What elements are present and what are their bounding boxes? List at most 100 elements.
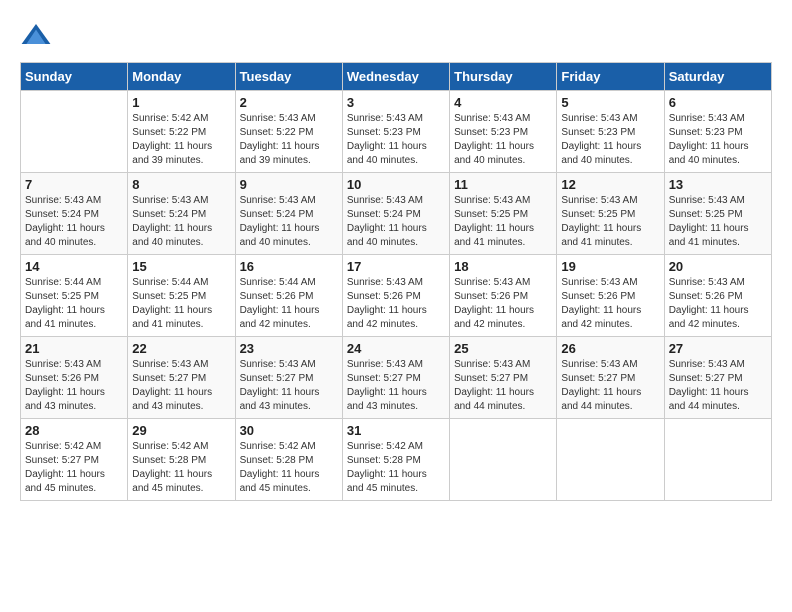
day-info: Sunrise: 5:43 AMSunset: 5:26 PMDaylight:… — [561, 276, 659, 332]
calendar-table: SundayMondayTuesdayWednesdayThursdayFrid… — [20, 62, 772, 501]
page-header — [20, 20, 772, 52]
day-info: Sunrise: 5:44 AMSunset: 5:25 PMDaylight:… — [132, 276, 230, 332]
day-info: Sunrise: 5:43 AMSunset: 5:26 PMDaylight:… — [347, 276, 445, 332]
day-info: Sunrise: 5:43 AMSunset: 5:26 PMDaylight:… — [25, 358, 123, 414]
day-number: 10 — [347, 177, 445, 192]
day-number: 16 — [240, 259, 338, 274]
calendar-cell: 4Sunrise: 5:43 AMSunset: 5:23 PMDaylight… — [450, 91, 557, 173]
column-header-friday: Friday — [557, 63, 664, 91]
day-info: Sunrise: 5:43 AMSunset: 5:25 PMDaylight:… — [561, 194, 659, 250]
calendar-week-3: 14Sunrise: 5:44 AMSunset: 5:25 PMDayligh… — [21, 255, 772, 337]
calendar-cell — [557, 419, 664, 501]
column-header-monday: Monday — [128, 63, 235, 91]
day-number: 17 — [347, 259, 445, 274]
calendar-header-row: SundayMondayTuesdayWednesdayThursdayFrid… — [21, 63, 772, 91]
day-number: 12 — [561, 177, 659, 192]
day-info: Sunrise: 5:42 AMSunset: 5:28 PMDaylight:… — [132, 440, 230, 496]
calendar-cell: 18 Sunrise: 5:43 AMSunset: 5:26 PMDayligh… — [450, 255, 557, 337]
column-header-tuesday: Tuesday — [235, 63, 342, 91]
calendar-cell: 9Sunrise: 5:43 AMSunset: 5:24 PMDaylight… — [235, 173, 342, 255]
day-info: Sunrise: 5:42 AMSunset: 5:27 PMDaylight:… — [25, 440, 123, 496]
day-info: Sunrise: 5:43 AMSunset: 5:23 PMDaylight:… — [454, 112, 552, 168]
calendar-cell: 15 Sunrise: 5:44 AMSunset: 5:25 PMDayligh… — [128, 255, 235, 337]
day-number: 30 — [240, 423, 338, 438]
calendar-week-2: 7 Sunrise: 5:43 AMSunset: 5:24 PMDaylight… — [21, 173, 772, 255]
day-number: 7 — [25, 177, 123, 192]
day-info: Sunrise: 5:43 AMSunset: 5:22 PMDaylight:… — [240, 112, 338, 168]
day-number: 29 — [132, 423, 230, 438]
logo-icon — [20, 20, 52, 52]
day-number: 26 — [561, 341, 659, 356]
day-info: Sunrise: 5:42 AMSunset: 5:22 PMDaylight:… — [132, 112, 230, 168]
day-info: Sunrise: 5:43 AMSunset: 5:27 PMDaylight:… — [669, 358, 767, 414]
calendar-cell: 25 Sunrise: 5:43 AMSunset: 5:27 PMDayligh… — [450, 337, 557, 419]
day-number: 13 — [669, 177, 767, 192]
calendar-cell: 7 Sunrise: 5:43 AMSunset: 5:24 PMDaylight… — [21, 173, 128, 255]
day-number: 18 — [454, 259, 552, 274]
calendar-cell: 10 Sunrise: 5:43 AMSunset: 5:24 PMDayligh… — [342, 173, 449, 255]
calendar-cell: 31 Sunrise: 5:42 AMSunset: 5:28 PMDayligh… — [342, 419, 449, 501]
day-number: 1 — [132, 95, 230, 110]
calendar-cell: 12 Sunrise: 5:43 AMSunset: 5:25 PMDayligh… — [557, 173, 664, 255]
day-number: 2 — [240, 95, 338, 110]
day-number: 8 — [132, 177, 230, 192]
day-info: Sunrise: 5:43 AMSunset: 5:24 PMDaylight:… — [25, 194, 123, 250]
calendar-cell: 24 Sunrise: 5:43 AMSunset: 5:27 PMDayligh… — [342, 337, 449, 419]
column-header-saturday: Saturday — [664, 63, 771, 91]
day-number: 15 — [132, 259, 230, 274]
day-info: Sunrise: 5:42 AMSunset: 5:28 PMDaylight:… — [347, 440, 445, 496]
calendar-cell — [664, 419, 771, 501]
day-number: 31 — [347, 423, 445, 438]
day-number: 20 — [669, 259, 767, 274]
calendar-cell: 20 Sunrise: 5:43 AMSunset: 5:26 PMDayligh… — [664, 255, 771, 337]
day-info: Sunrise: 5:42 AMSunset: 5:28 PMDaylight:… — [240, 440, 338, 496]
day-info: Sunrise: 5:43 AMSunset: 5:24 PMDaylight:… — [347, 194, 445, 250]
calendar-cell: 16Sunrise: 5:44 AMSunset: 5:26 PMDayligh… — [235, 255, 342, 337]
day-number: 3 — [347, 95, 445, 110]
calendar-cell: 17 Sunrise: 5:43 AMSunset: 5:26 PMDayligh… — [342, 255, 449, 337]
day-info: Sunrise: 5:43 AMSunset: 5:25 PMDaylight:… — [669, 194, 767, 250]
day-number: 5 — [561, 95, 659, 110]
day-info: Sunrise: 5:43 AMSunset: 5:27 PMDaylight:… — [347, 358, 445, 414]
calendar-cell: 6Sunrise: 5:43 AMSunset: 5:23 PMDaylight… — [664, 91, 771, 173]
day-number: 23 — [240, 341, 338, 356]
day-info: Sunrise: 5:43 AMSunset: 5:24 PMDaylight:… — [132, 194, 230, 250]
calendar-cell: 19 Sunrise: 5:43 AMSunset: 5:26 PMDayligh… — [557, 255, 664, 337]
day-info: Sunrise: 5:43 AMSunset: 5:24 PMDaylight:… — [240, 194, 338, 250]
column-header-wednesday: Wednesday — [342, 63, 449, 91]
calendar-week-5: 28Sunrise: 5:42 AMSunset: 5:27 PMDayligh… — [21, 419, 772, 501]
day-info: Sunrise: 5:44 AMSunset: 5:25 PMDaylight:… — [25, 276, 123, 332]
calendar-cell: 11Sunrise: 5:43 AMSunset: 5:25 PMDayligh… — [450, 173, 557, 255]
calendar-cell: 3 Sunrise: 5:43 AMSunset: 5:23 PMDaylight… — [342, 91, 449, 173]
day-number: 24 — [347, 341, 445, 356]
calendar-cell: 1 Sunrise: 5:42 AMSunset: 5:22 PMDaylight… — [128, 91, 235, 173]
day-number: 21 — [25, 341, 123, 356]
day-info: Sunrise: 5:43 AMSunset: 5:23 PMDaylight:… — [561, 112, 659, 168]
day-info: Sunrise: 5:43 AMSunset: 5:26 PMDaylight:… — [669, 276, 767, 332]
day-info: Sunrise: 5:43 AMSunset: 5:23 PMDaylight:… — [347, 112, 445, 168]
calendar-cell: 30 Sunrise: 5:42 AMSunset: 5:28 PMDayligh… — [235, 419, 342, 501]
calendar-cell: 27 Sunrise: 5:43 AMSunset: 5:27 PMDayligh… — [664, 337, 771, 419]
day-number: 22 — [132, 341, 230, 356]
day-info: Sunrise: 5:43 AMSunset: 5:27 PMDaylight:… — [240, 358, 338, 414]
calendar-cell: 2 Sunrise: 5:43 AMSunset: 5:22 PMDaylight… — [235, 91, 342, 173]
calendar-cell — [450, 419, 557, 501]
day-info: Sunrise: 5:43 AMSunset: 5:27 PMDaylight:… — [561, 358, 659, 414]
calendar-cell — [21, 91, 128, 173]
day-number: 27 — [669, 341, 767, 356]
calendar-cell: 5 Sunrise: 5:43 AMSunset: 5:23 PMDaylight… — [557, 91, 664, 173]
day-info: Sunrise: 5:43 AMSunset: 5:26 PMDaylight:… — [454, 276, 552, 332]
day-info: Sunrise: 5:43 AMSunset: 5:23 PMDaylight:… — [669, 112, 767, 168]
calendar-cell: 26 Sunrise: 5:43 AMSunset: 5:27 PMDayligh… — [557, 337, 664, 419]
calendar-cell: 14Sunrise: 5:44 AMSunset: 5:25 PMDayligh… — [21, 255, 128, 337]
day-info: Sunrise: 5:43 AMSunset: 5:25 PMDaylight:… — [454, 194, 552, 250]
calendar-cell: 8 Sunrise: 5:43 AMSunset: 5:24 PMDaylight… — [128, 173, 235, 255]
calendar-cell: 23 Sunrise: 5:43 AMSunset: 5:27 PMDayligh… — [235, 337, 342, 419]
calendar-week-4: 21 Sunrise: 5:43 AMSunset: 5:26 PMDayligh… — [21, 337, 772, 419]
day-info: Sunrise: 5:43 AMSunset: 5:27 PMDaylight:… — [454, 358, 552, 414]
calendar-cell: 21 Sunrise: 5:43 AMSunset: 5:26 PMDayligh… — [21, 337, 128, 419]
day-number: 25 — [454, 341, 552, 356]
calendar-week-1: 1 Sunrise: 5:42 AMSunset: 5:22 PMDaylight… — [21, 91, 772, 173]
day-number: 19 — [561, 259, 659, 274]
day-info: Sunrise: 5:43 AMSunset: 5:27 PMDaylight:… — [132, 358, 230, 414]
